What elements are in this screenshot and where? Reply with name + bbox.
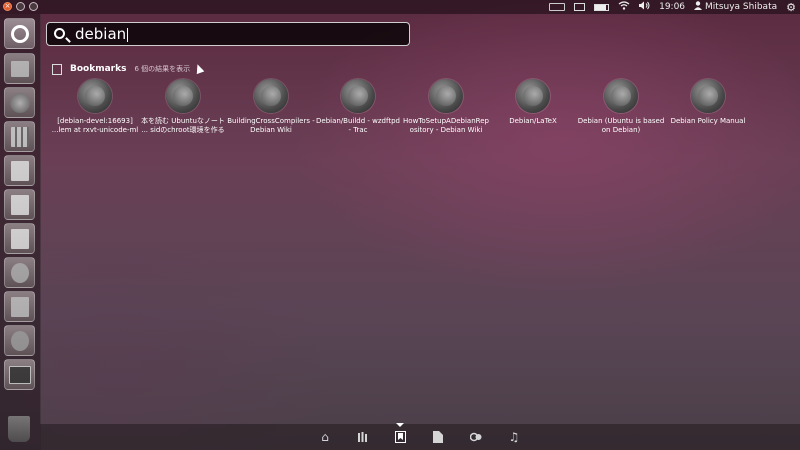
- firefox-icon: [341, 79, 375, 113]
- result-item[interactable]: [debian-devel:16693] ...lem at rxvt-unico…: [51, 79, 139, 135]
- search-icon: [54, 28, 65, 39]
- result-label: BuildingCrossCompilers - Debian Wiki: [227, 117, 315, 134]
- bookmark-icon: [52, 63, 62, 75]
- search-input[interactable]: debian: [75, 23, 129, 45]
- result-label: Debian/LaTeX: [509, 117, 557, 125]
- gear-icon: ⚙: [786, 0, 796, 14]
- launcher-terminal[interactable]: [4, 359, 35, 390]
- messaging-indicator[interactable]: [574, 3, 586, 11]
- result-label: Debian/Buildd - wzdftpd - Trac: [316, 117, 400, 134]
- text-caret: [127, 27, 129, 42]
- ubuntu-logo-icon: [10, 24, 29, 43]
- firefox-icon: [604, 79, 638, 113]
- dash-home-button[interactable]: [4, 18, 35, 49]
- user-icon: [694, 1, 703, 13]
- music-lens-icon[interactable]: ♫: [507, 430, 521, 444]
- mail-icon: [574, 3, 586, 11]
- launcher-settings[interactable]: [4, 257, 35, 288]
- workspace-switcher-icon: [10, 126, 29, 147]
- launcher-workspaces[interactable]: [4, 121, 35, 152]
- firefox-icon: [429, 79, 463, 113]
- result-item[interactable]: Debian (Ubuntu is based on Debian): [577, 79, 665, 135]
- results-count[interactable]: 6 個の結果を表示: [134, 64, 190, 74]
- applications-lens-icon[interactable]: [356, 430, 370, 444]
- impress-icon: [10, 228, 29, 249]
- result-label: Debian (Ubuntu is based on Debian): [577, 117, 665, 134]
- launcher-firefox[interactable]: [4, 87, 35, 118]
- result-label: HowToSetupADebianRep ository - Debian Wik…: [403, 117, 489, 134]
- session-menu[interactable]: ⚙: [786, 1, 796, 14]
- clock[interactable]: 19:06: [659, 2, 685, 12]
- trash-icon[interactable]: [8, 416, 30, 442]
- writer-icon: [10, 160, 29, 181]
- dash-search-box[interactable]: debian: [46, 22, 410, 46]
- result-label: 本を読む Ubuntuなノート... sidのchroot環境を作る: [141, 117, 225, 134]
- result-item[interactable]: Debian Policy Manual: [664, 79, 752, 126]
- search-query-text: debian: [75, 25, 127, 43]
- volume-icon: [639, 1, 650, 13]
- close-window-button[interactable]: ×: [3, 2, 12, 11]
- wifi-icon: [618, 1, 630, 13]
- battery-indicator[interactable]: [594, 3, 610, 11]
- keyboard-icon: [549, 3, 566, 11]
- terminal-icon: [8, 365, 31, 384]
- top-panel: × 19:06 Mitsuya Shibata ⚙: [0, 0, 800, 14]
- launcher-writer[interactable]: [4, 155, 35, 186]
- firefox-icon: [254, 79, 288, 113]
- files-lens-icon[interactable]: [431, 430, 445, 444]
- category-header[interactable]: Bookmarks 6 個の結果を表示 ▶: [52, 62, 203, 76]
- home-lens-icon[interactable]: ⌂: [318, 430, 332, 444]
- user-name: Mitsuya Shibata: [705, 2, 778, 12]
- launcher-home-folder[interactable]: [4, 53, 35, 84]
- result-label: Debian Policy Manual: [670, 117, 746, 125]
- home-folder-icon: [10, 60, 29, 77]
- launcher-impress[interactable]: [4, 223, 35, 254]
- calc-icon: [10, 194, 29, 215]
- result-label: [debian-devel:16693] ...lem at rxvt-unico…: [51, 117, 139, 134]
- battery-icon: [594, 3, 610, 11]
- maximize-window-button[interactable]: [29, 2, 38, 11]
- firefox-icon: [166, 79, 200, 113]
- lens-bar: [40, 424, 800, 450]
- firefox-icon: [78, 79, 112, 113]
- user-menu[interactable]: Mitsuya Shibata: [694, 1, 777, 13]
- result-item[interactable]: Debian/Buildd - wzdftpd - Trac: [314, 79, 402, 135]
- sound-indicator[interactable]: [639, 1, 650, 13]
- launcher-calc[interactable]: [4, 189, 35, 220]
- result-item[interactable]: BuildingCrossCompilers - Debian Wiki: [227, 79, 315, 135]
- result-item[interactable]: 本を読む Ubuntuなノート... sidのchroot環境を作る: [139, 79, 227, 135]
- network-indicator[interactable]: [618, 1, 630, 13]
- firefox-icon: [9, 92, 30, 113]
- launcher-software-center[interactable]: [4, 291, 35, 322]
- result-item[interactable]: HowToSetupADebianRep ository - Debian Wik…: [402, 79, 490, 135]
- firefox-icon: [691, 79, 725, 113]
- ubuntu-one-icon: [10, 330, 29, 351]
- launcher-ubuntu-one[interactable]: [4, 325, 35, 356]
- software-center-icon: [10, 296, 29, 317]
- bookmarks-lens-icon[interactable]: [393, 430, 407, 444]
- system-settings-icon: [10, 262, 29, 283]
- video-lens-icon[interactable]: [469, 430, 483, 444]
- result-item[interactable]: Debian/LaTeX: [489, 79, 577, 126]
- active-lens-indicator: [396, 423, 404, 427]
- category-title: Bookmarks: [70, 64, 127, 74]
- firefox-icon: [516, 79, 550, 113]
- keyboard-indicator[interactable]: [549, 3, 566, 11]
- indicator-area: 19:06 Mitsuya Shibata ⚙: [549, 0, 796, 14]
- minimize-window-button[interactable]: [16, 2, 25, 11]
- launcher: [0, 14, 41, 450]
